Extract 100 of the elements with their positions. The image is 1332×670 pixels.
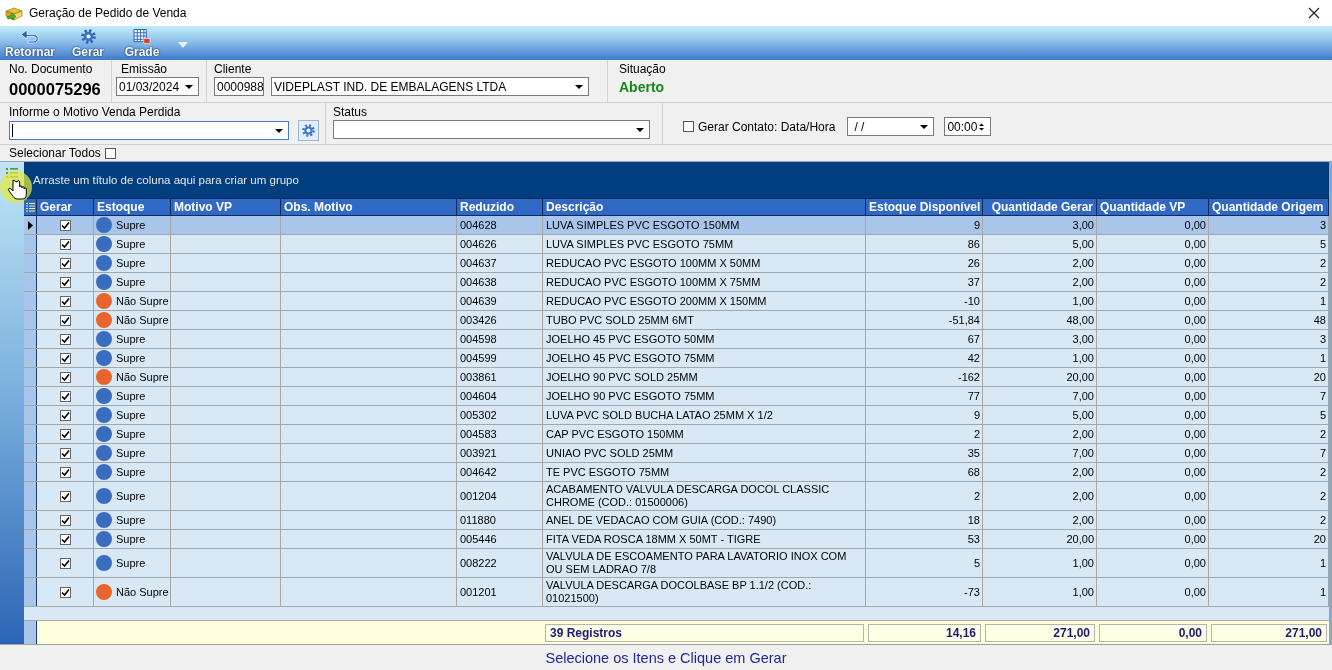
column-header[interactable]: Gerar [37, 199, 94, 215]
column-header[interactable]: Quantidade Gerar [983, 199, 1097, 215]
caret-down-icon[interactable] [185, 84, 193, 89]
row-header[interactable] [24, 368, 37, 386]
stock-status: Supre [116, 237, 146, 251]
spinner-arrows-icon[interactable] [979, 120, 985, 133]
table-cell: 2 [866, 482, 983, 510]
column-header[interactable]: Descrição [543, 199, 866, 215]
table-row[interactable]: Supre 004604 JOELHO 90 PVC ESGOTO 75MM 77 7,00 0,00 7 [24, 387, 1329, 406]
row-checkbox[interactable] [59, 586, 71, 598]
column-header[interactable]: Estoque [94, 199, 171, 215]
caret-down-icon[interactable] [920, 124, 929, 129]
row-header[interactable] [24, 549, 37, 577]
date-combo[interactable]: 01/03/2024 [116, 77, 199, 96]
caret-down-icon[interactable] [575, 84, 583, 89]
checkbox[interactable] [104, 147, 116, 159]
table-cell: 3,00 [983, 330, 1097, 348]
table-cell: JOELHO 45 PVC ESGOTO 50MM [543, 330, 866, 348]
table-row[interactable]: Não Supre 001201 VALVULA DESCARGA DOCOLBASE BP 1.1/2 (COD.: 01021500) -73 1,00 0,00 1 [24, 578, 1329, 607]
row-header[interactable] [24, 463, 37, 481]
column-header[interactable]: Obs. Motivo [281, 199, 457, 215]
row-header[interactable] [24, 578, 37, 606]
table-row[interactable]: Supre 004599 JOELHO 45 PVC ESGOTO 75MM 42 1,00 0,00 1 [24, 349, 1329, 368]
row-checkbox[interactable] [59, 257, 71, 269]
row-checkbox[interactable] [59, 371, 71, 383]
table-row[interactable]: Supre 001204 ACABAMENTO VALVULA DESCARGA DOCOL CLASSIC CHROME (COD.: 01500006) 2 2,00 0,00 2 [24, 482, 1329, 511]
table-row[interactable]: Supre 003921 UNIAO PVC SOLD 25MM 35 7,00 0,00 7 [24, 444, 1329, 463]
row-header[interactable] [24, 273, 37, 291]
row-checkbox[interactable] [59, 295, 71, 307]
table-cell: 7,00 [983, 387, 1097, 405]
row-checkbox[interactable] [59, 314, 71, 326]
checkbox[interactable] [683, 121, 694, 132]
table-cell: LUVA SIMPLES PVC ESGOTO 150MM [543, 216, 866, 234]
date-combo[interactable]: / / [847, 117, 935, 136]
column-header[interactable]: Reduzido [457, 199, 543, 215]
table-cell: ANEL DE VEDACAO COM GUIA (COD.: 7490) [543, 511, 866, 529]
column-header[interactable]: Quantidade Origem [1209, 199, 1329, 215]
row-checkbox[interactable] [59, 352, 71, 364]
row-header[interactable] [24, 406, 37, 424]
row-header[interactable] [24, 482, 37, 510]
row-checkbox[interactable] [59, 333, 71, 345]
column-header[interactable]: Quantidade VP [1097, 199, 1209, 215]
row-header[interactable] [24, 349, 37, 367]
row-checkbox[interactable] [59, 428, 71, 440]
row-checkbox[interactable] [59, 490, 71, 502]
table-row[interactable]: Supre 004638 REDUCAO PVC ESGOTO 100MM X 75MM 37 2,00 0,00 2 [24, 273, 1329, 292]
table-cell: 67 [866, 330, 983, 348]
row-checkbox[interactable] [59, 557, 71, 569]
footer-row-header [24, 621, 37, 644]
row-checkbox[interactable] [59, 390, 71, 402]
status-combo[interactable] [333, 120, 650, 139]
reason-combo[interactable] [9, 121, 289, 140]
row-checkbox[interactable] [59, 514, 71, 526]
table-row[interactable]: Supre 011880 ANEL DE VEDACAO COM GUIA (COD.: 7490) 18 2,00 0,00 2 [24, 511, 1329, 530]
row-header[interactable] [24, 235, 37, 253]
caret-down-icon[interactable] [636, 127, 644, 132]
row-checkbox[interactable] [59, 533, 71, 545]
table-row[interactable]: Não Supre 003861 JOELHO 90 PVC SOLD 25MM -162 20,00 0,00 20 [24, 368, 1329, 387]
table-row[interactable]: Supre 004583 CAP PVC ESGOTO 150MM 2 2,00 0,00 2 [24, 425, 1329, 444]
row-checkbox[interactable] [59, 276, 71, 288]
stock-status: Supre [116, 556, 146, 570]
table-row[interactable]: Supre 005446 FITA VEDA ROSCA 18MM X 50MT - TIGRE 53 20,00 0,00 20 [24, 530, 1329, 549]
field-label: Situação [619, 63, 667, 76]
column-total: 271,00 [985, 623, 1095, 642]
row-header[interactable] [24, 311, 37, 329]
column-header[interactable]: Motivo VP [171, 199, 281, 215]
row-header[interactable] [24, 292, 37, 310]
table-cell: 5 [866, 549, 983, 577]
table-row[interactable]: Supre 005302 LUVA PVC SOLD BUCHA LATAO 25MM X 1/2 9 5,00 0,00 5 [24, 406, 1329, 425]
client-name-combo[interactable]: VIDEPLAST IND. DE EMBALAGENS LTDA [271, 77, 589, 96]
row-checkbox[interactable] [59, 219, 71, 231]
stock-status: Supre [116, 351, 146, 365]
table-row[interactable]: Supre 004642 TE PVC ESGOTO 75MM 68 2,00 0,00 2 [24, 463, 1329, 482]
table-row[interactable]: Supre 004626 LUVA SIMPLES PVC ESGOTO 75MM 86 5,00 0,00 5 [24, 235, 1329, 254]
table-cell: 005446 [457, 530, 543, 548]
row-header[interactable] [24, 530, 37, 548]
column-header[interactable]: Estoque Disponível [866, 199, 983, 215]
row-checkbox[interactable] [59, 447, 71, 459]
stock-status: Não Supre [116, 370, 169, 384]
table-cell: 004642 [457, 463, 543, 481]
row-header[interactable] [24, 254, 37, 272]
table-row[interactable]: Supre 004628 LUVA SIMPLES PVC ESGOTO 150MM 9 3,00 0,00 3 [24, 216, 1329, 235]
time-field[interactable]: 00:00 [944, 117, 992, 136]
table-row[interactable]: Não Supre 003426 TUBO PVC SOLD 25MM 6MT -51,84 48,00 0,00 48 [24, 311, 1329, 330]
table-row[interactable]: Supre 008222 VALVULA DE ESCOAMENTO PARA LAVATORIO INOX COM OU SEM LADRAO 7/8 5 1,00 0,00 1 [24, 549, 1329, 578]
table-row[interactable]: Supre 004637 REDUCAO PVC ESGOTO 100MM X 50MM 26 2,00 0,00 2 [24, 254, 1329, 273]
client-code-field[interactable]: 0000988 [214, 77, 264, 96]
row-header[interactable] [24, 444, 37, 462]
row-checkbox[interactable] [59, 466, 71, 478]
table-cell: 0,00 [1097, 406, 1209, 424]
row-header[interactable] [24, 387, 37, 405]
caret-down-icon[interactable] [275, 128, 283, 133]
gear-button[interactable] [298, 120, 319, 141]
row-header[interactable] [24, 330, 37, 348]
row-header[interactable] [24, 511, 37, 529]
table-row[interactable]: Supre 004598 JOELHO 45 PVC ESGOTO 50MM 67 3,00 0,00 3 [24, 330, 1329, 349]
row-checkbox[interactable] [59, 409, 71, 421]
row-checkbox[interactable] [59, 238, 71, 250]
row-header[interactable] [24, 425, 37, 443]
table-row[interactable]: Não Supre 004639 REDUCAO PVC ESGOTO 200MM X 150MM -10 1,00 0,00 1 [24, 292, 1329, 311]
